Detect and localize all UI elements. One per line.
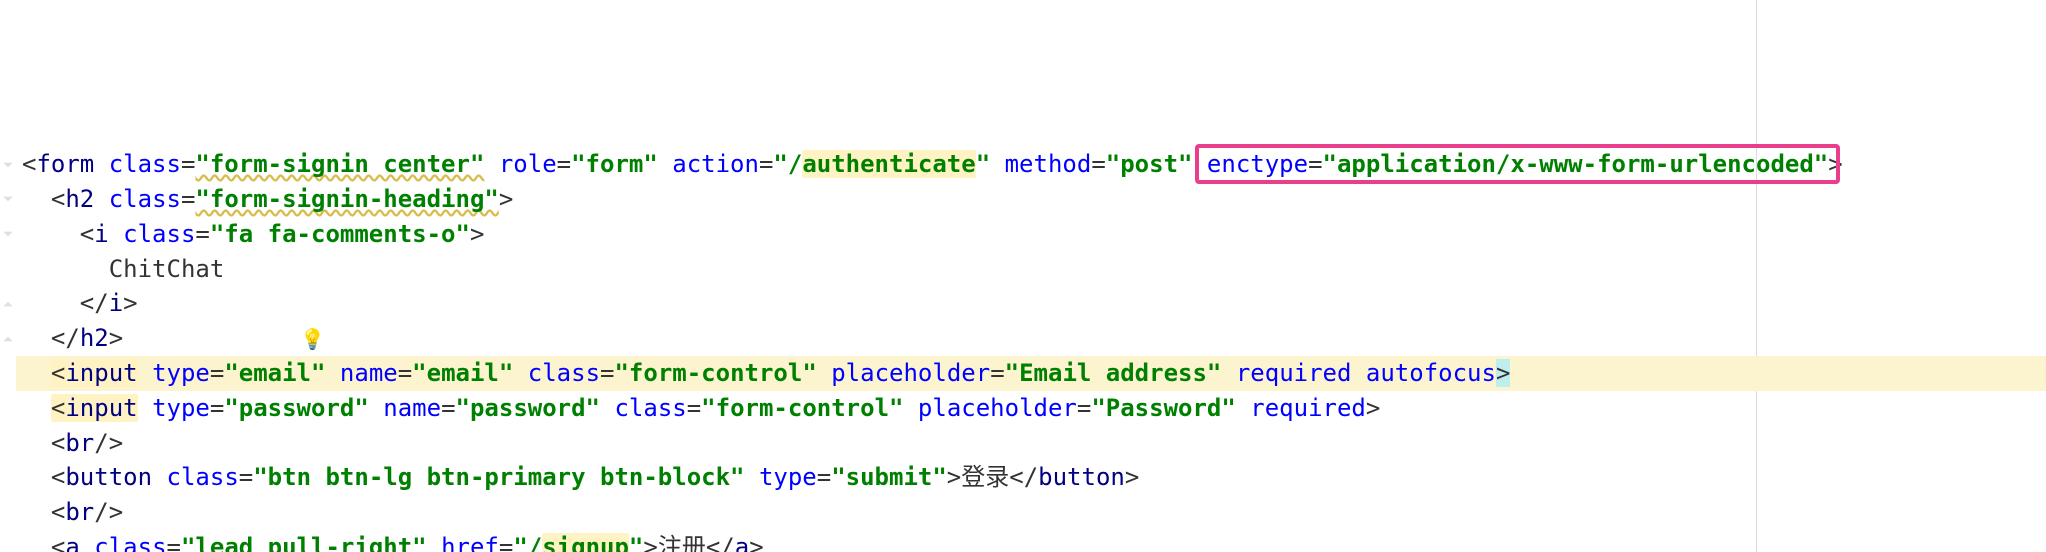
- html-attr-value: "btn btn-lg btn-primary btn-block": [253, 463, 744, 491]
- code-line[interactable]: </i>: [16, 286, 2046, 321]
- html-attr-name: class: [123, 220, 195, 248]
- html-tag-name: br: [65, 498, 94, 526]
- html-text: 注册: [658, 533, 706, 552]
- html-attr-value: "fa fa-comments-o": [210, 220, 470, 248]
- code-editor[interactable]: <form class="form-signin center" role="f…: [0, 0, 2046, 552]
- html-attr-value: "form-signin-heading": [195, 185, 498, 213]
- html-attr-value: "lead pull-right": [181, 533, 427, 552]
- code-line[interactable]: <button class="btn btn-lg btn-primary bt…: [16, 460, 2046, 495]
- html-text: 登录: [961, 463, 1009, 491]
- html-attr-value: "post": [1106, 150, 1193, 178]
- html-attr-value: "Password": [1091, 394, 1236, 422]
- html-attr-value: "/signup": [513, 533, 643, 552]
- html-attr-name: class: [528, 359, 600, 387]
- html-attr-name: class: [614, 394, 686, 422]
- html-attr-name: placeholder: [831, 359, 990, 387]
- html-attr-name: href: [441, 533, 499, 552]
- html-attr-value: "Email address": [1005, 359, 1222, 387]
- html-attr-value: "form-control": [614, 359, 816, 387]
- html-attr-name: type: [759, 463, 817, 491]
- html-attr-value: "password": [456, 394, 601, 422]
- html-attr-value: "submit": [831, 463, 947, 491]
- html-tag-name: button: [1038, 463, 1125, 491]
- html-tag-name: i: [109, 289, 123, 317]
- code-line[interactable]: <br/>: [16, 495, 2046, 530]
- code-line[interactable]: </h2>: [16, 321, 2046, 356]
- html-attr-name: autofocus: [1366, 359, 1496, 387]
- html-attr-value: "email": [224, 359, 325, 387]
- html-tag-name: h2: [65, 185, 94, 213]
- html-tag-name: a: [65, 533, 79, 552]
- html-attr-name: required: [1236, 359, 1352, 387]
- html-tag-name: a: [735, 533, 749, 552]
- html-tag-name: button: [65, 463, 152, 491]
- html-attr-value: "form-signin center": [195, 150, 484, 178]
- code-line[interactable]: <h2 class="form-signin-heading">: [16, 182, 2046, 217]
- html-attr-name: type: [152, 359, 210, 387]
- html-tag-name: input: [65, 394, 137, 422]
- html-attr-name: action: [672, 150, 759, 178]
- html-attr-value: "/authenticate": [773, 150, 990, 178]
- fold-open-icon[interactable]: [2, 228, 14, 240]
- html-tag-name: h2: [80, 324, 109, 352]
- html-attr-name: class: [94, 533, 166, 552]
- code-line[interactable]: ChitChat: [16, 252, 2046, 287]
- html-tag-name: form: [36, 150, 94, 178]
- fold-close-icon[interactable]: [2, 298, 14, 310]
- fold-open-icon[interactable]: [2, 193, 14, 205]
- html-text: ChitChat: [109, 255, 225, 283]
- html-attr-name: type: [152, 394, 210, 422]
- fold-open-icon[interactable]: [2, 159, 14, 171]
- html-attr-name: class: [109, 185, 181, 213]
- html-attr-name: name: [340, 359, 398, 387]
- html-attr-value: "email": [412, 359, 513, 387]
- html-attr-name: role: [499, 150, 557, 178]
- html-tag-name: input: [65, 359, 137, 387]
- code-line[interactable]: <a class="lead pull-right" href="/signup…: [16, 530, 2046, 552]
- code-line[interactable]: <input type="password" name="password" c…: [16, 391, 2046, 426]
- html-attr-value: "password": [224, 394, 369, 422]
- html-attr-name: method: [1005, 150, 1092, 178]
- fold-gutter: [0, 0, 16, 552]
- html-attr-name: enctype: [1207, 150, 1308, 178]
- code-line[interactable]: <br/>: [16, 426, 2046, 461]
- html-attr-name: placeholder: [918, 394, 1077, 422]
- html-attr-name: class: [167, 463, 239, 491]
- html-attr-value: "application/x-www-form-urlencoded": [1323, 150, 1829, 178]
- code-line[interactable]: <form class="form-signin center" role="f…: [16, 147, 2046, 182]
- html-attr-value: "form-control": [701, 394, 903, 422]
- html-tag-name: br: [65, 429, 94, 457]
- code-line[interactable]: <input type="email" name="email" class="…: [16, 356, 2046, 391]
- html-attr-name: required: [1250, 394, 1366, 422]
- html-tag-name: i: [94, 220, 108, 248]
- code-lines[interactable]: <form class="form-signin center" role="f…: [16, 147, 2046, 552]
- fold-close-icon[interactable]: [2, 333, 14, 345]
- html-attr-value: "form": [571, 150, 658, 178]
- html-attr-name: name: [383, 394, 441, 422]
- code-line[interactable]: <i class="fa fa-comments-o">: [16, 217, 2046, 252]
- html-attr-name: class: [109, 150, 181, 178]
